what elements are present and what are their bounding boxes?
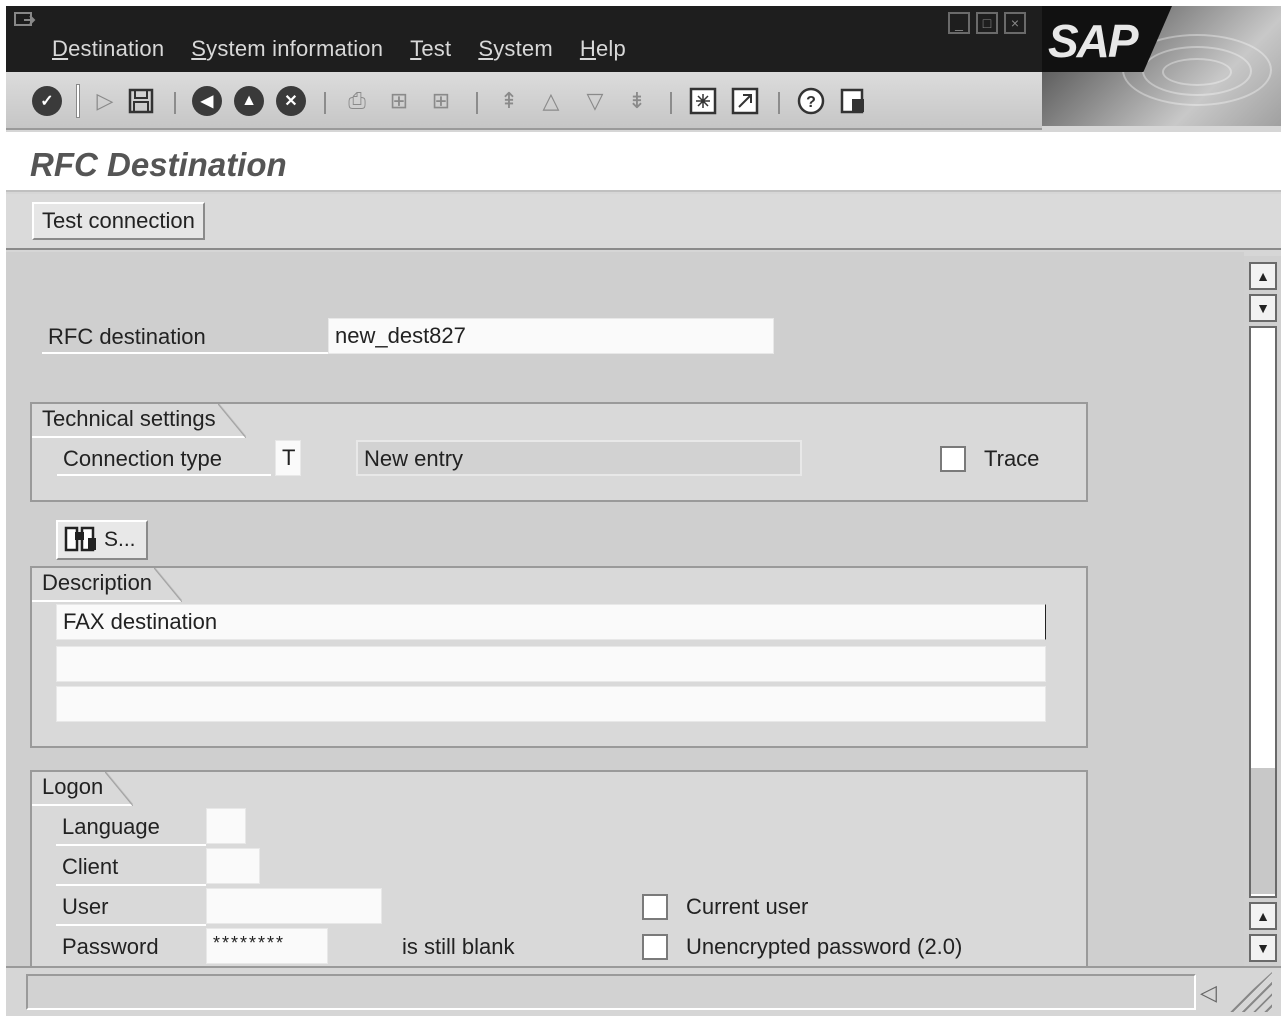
description-line-1[interactable]: FAX destination [56,604,1046,640]
find-next-icon[interactable]: ⊞ [426,86,456,116]
language-label: Language [62,814,160,839]
status-message-field [26,974,1196,1010]
shortcut-icon[interactable] [730,86,760,116]
last-page-icon[interactable]: ⇟ [622,86,652,116]
unencrypted-password-label: Unencrypted password (2.0) [686,934,963,959]
menu-system[interactable]: System [478,36,553,62]
system-menu-icon[interactable] [14,12,36,30]
client-field[interactable] [206,848,260,884]
scroll-page-up-icon[interactable]: ▲ [1249,902,1277,930]
logon-title: Logon [32,772,134,806]
description-line-2[interactable] [56,646,1046,682]
description-line-3[interactable] [56,686,1046,722]
sap-logo-text: SAP [1048,15,1139,67]
minimize-icon[interactable]: _ [948,12,970,34]
command-field[interactable] [76,84,80,118]
back-icon[interactable]: ◀ [192,86,222,116]
password-status-text: is still blank [402,934,515,959]
trace-checkbox[interactable] [940,446,966,472]
scroll-down-icon[interactable]: ▼ [1249,294,1277,322]
connection-type-field[interactable]: T [275,440,301,476]
status-bar: ◁ [6,966,1281,1016]
status-expand-icon[interactable]: ◁ [1200,980,1217,1006]
next-page-icon[interactable]: ▽ [580,86,610,116]
technical-settings-group: Technical settings Connection type T New… [30,402,1088,502]
maximize-icon[interactable]: □ [976,12,998,34]
password-field[interactable]: ******** [206,928,328,964]
print-icon[interactable]: ⎙ [342,86,372,116]
title-bar: RFC Destination [6,132,1281,192]
current-user-checkbox[interactable] [642,894,668,920]
vertical-scrollbar[interactable]: ▲ ▼ ▲ ▼ [1244,256,1281,971]
rfc-destination-label: RFC destination [48,324,206,349]
scroll-page-down-icon[interactable]: ▼ [1249,934,1277,962]
language-field[interactable] [206,808,246,844]
sap-window: Destination System information Test Syst… [6,6,1281,1016]
work-area: RFC destination new_dest827 Technical se… [6,252,1244,970]
description-group: Description FAX destination [30,566,1088,748]
resize-grip-icon[interactable] [1228,972,1272,1012]
connection-type-label: Connection type [63,446,222,471]
search-button-label: S... [104,528,136,551]
save-icon[interactable] [126,86,156,116]
sap-logo: SAP [1042,6,1281,126]
standard-toolbar: ✓ ▷ ◀ ▲ ✕ ⎙ ⊞ ⊞ ⇞ △ ▽ ⇟ ? [6,72,1042,130]
rfc-destination-field[interactable]: new_dest827 [328,318,774,354]
user-label: User [62,894,109,919]
exit-icon[interactable]: ▲ [234,86,264,116]
page-title: RFC Destination [30,146,287,183]
enter-icon[interactable]: ✓ [32,86,62,116]
first-page-icon[interactable]: ⇞ [494,86,524,116]
binoculars-icon [64,524,98,557]
password-label: Password [62,934,159,959]
cancel-icon[interactable]: ✕ [276,86,306,116]
svg-text:?: ? [806,94,816,111]
menu-help[interactable]: Help [580,36,626,62]
scroll-thumb[interactable] [1251,768,1275,894]
technical-settings-title: Technical settings [32,404,246,438]
close-icon[interactable]: × [1004,12,1026,34]
current-user-label: Current user [686,894,809,919]
connection-type-description: New entry [356,440,802,476]
trace-label: Trace [984,446,1040,471]
play-icon[interactable]: ▷ [90,86,120,116]
menu-test[interactable]: Test [410,36,451,62]
layout-icon[interactable] [838,86,868,116]
user-field[interactable] [206,888,382,924]
find-icon[interactable]: ⊞ [384,86,414,116]
previous-page-icon[interactable]: △ [536,86,566,116]
test-connection-button[interactable]: Test connection [32,202,205,240]
unencrypted-password-checkbox[interactable] [642,934,668,960]
create-session-icon[interactable] [688,86,718,116]
application-toolbar: Test connection [6,194,1281,250]
scroll-up-icon[interactable]: ▲ [1249,262,1277,290]
description-title: Description [32,568,183,602]
menu-system-information[interactable]: System information [191,36,383,62]
scroll-track[interactable] [1249,326,1277,898]
logon-group: Logon Language Client User Current user … [30,770,1088,970]
client-label: Client [62,854,119,879]
search-button[interactable]: S... [56,520,148,560]
menu-destination[interactable]: Destination [52,36,164,62]
help-icon[interactable]: ? [796,86,826,116]
